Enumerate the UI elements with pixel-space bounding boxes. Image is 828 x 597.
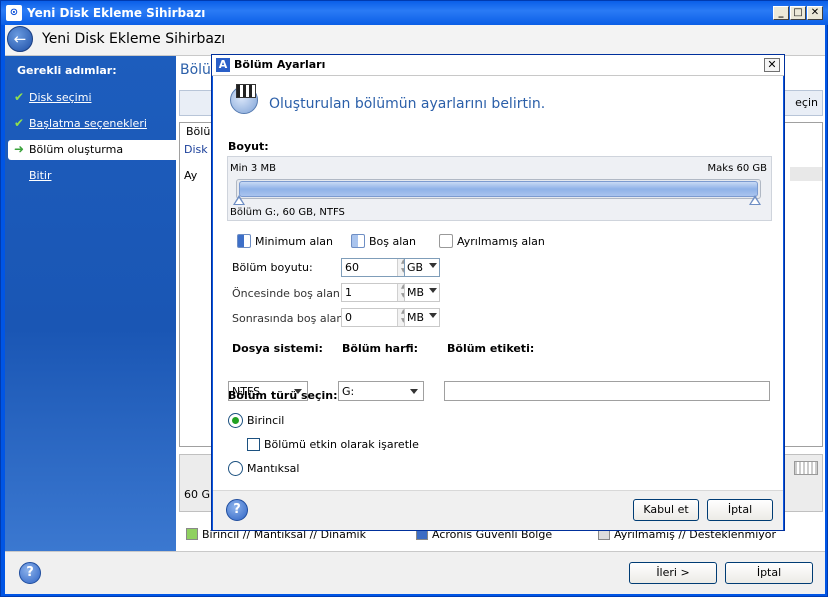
dialog-titlebar[interactable]: A Bölüm Ayarları ✕: [212, 55, 784, 76]
unit-value: MB: [407, 286, 425, 299]
dialog-title: Bölüm Ayarları: [234, 58, 326, 71]
unit-value: MB: [407, 311, 425, 324]
primary-radio[interactable]: [228, 413, 243, 428]
wizard-title: Yeni Disk Ekleme Sihirbazı: [42, 31, 226, 47]
maximize-button[interactable]: □: [790, 6, 806, 20]
partition-size-spinner[interactable]: 60: [341, 258, 412, 277]
next-button[interactable]: İleri >: [629, 562, 717, 584]
logical-radio-label[interactable]: Mantıksal: [247, 462, 299, 475]
spinner-value: 0: [345, 311, 352, 324]
step-label: Bitir: [29, 169, 52, 182]
chevron-down-icon: [429, 313, 437, 318]
chevron-down-icon: [429, 263, 437, 268]
cancel-button[interactable]: İptal: [725, 562, 813, 584]
min-size-label: Min 3 MB: [230, 163, 276, 174]
check-icon: ✔: [14, 90, 25, 104]
combo-value: G:: [342, 385, 355, 398]
app-icon: ⊙: [6, 5, 22, 21]
size-slider-panel: Min 3 MB Maks 60 GB Bölüm G:, 60 GB, NTF…: [227, 156, 772, 221]
partition-size-label: Bölüm boyutu:: [232, 261, 313, 274]
partition-size-bar[interactable]: [239, 181, 758, 197]
space-after-spinner[interactable]: 0: [341, 308, 412, 327]
step-disk-selection[interactable]: ✔ Disk seçimi: [8, 88, 176, 108]
step-finish[interactable]: Bitir: [8, 166, 176, 186]
before-unit-select[interactable]: MB: [404, 283, 440, 302]
close-button[interactable]: ✕: [807, 6, 823, 20]
table-header: Bölü: [186, 125, 211, 138]
legend-swatch: [186, 528, 198, 540]
dialog-heading: Oluşturulan bölümün ayarlarını belirtin.: [269, 96, 546, 112]
volume-label-label: Bölüm etiketi:: [447, 342, 535, 355]
acronis-icon: A: [216, 58, 230, 72]
unit-value: GB: [407, 261, 424, 274]
drive-letter-select[interactable]: G:: [338, 381, 424, 401]
toolbar-right-label[interactable]: eçin: [795, 96, 818, 109]
minimize-button[interactable]: _: [773, 6, 789, 20]
fs-label: Dosya sistemi:: [232, 342, 323, 355]
legend-label: Ayrılmamış alan: [457, 235, 545, 248]
help-icon[interactable]: ?: [19, 562, 41, 584]
wizard-footer: ? İleri > İptal: [5, 551, 825, 594]
volume-label-input[interactable]: [444, 381, 770, 401]
mark-active-label[interactable]: Bölümü etkin olarak işaretle: [264, 438, 419, 451]
chevron-down-icon: [410, 389, 418, 394]
spinner-value: 60: [345, 261, 359, 274]
table-row: [790, 167, 822, 181]
legend-label: Minimum alan: [255, 235, 333, 248]
legend-label: Boş alan: [369, 235, 417, 248]
unallocated-swatch: [439, 234, 453, 248]
step-label: Bölüm oluşturma: [29, 143, 124, 156]
after-unit-select[interactable]: MB: [404, 308, 440, 327]
partition-type-label: Bölüm türü seçin:: [228, 389, 338, 402]
check-icon: ✔: [14, 116, 25, 130]
space-before-label: Öncesinde boş alan:: [232, 287, 344, 300]
steps-heading: Gerekli adımlar:: [17, 64, 117, 77]
primary-radio-label[interactable]: Birincil: [247, 414, 284, 427]
legend-min-space: Minimum alan: [237, 234, 333, 248]
partition-settings-icon: [230, 84, 258, 114]
arrow-right-icon: ➜: [14, 142, 25, 156]
space-after-label: Sonrasında boş alan:: [232, 312, 348, 325]
min-space-swatch: [237, 234, 251, 248]
option-radio-partial[interactable]: Ay: [184, 169, 197, 182]
size-unit-select[interactable]: GB: [404, 258, 440, 277]
slider-left-handle[interactable]: [233, 195, 245, 205]
chevron-down-icon: [429, 288, 437, 293]
partition-info-label: Bölüm G:, 60 GB, NTFS: [230, 207, 345, 218]
letter-label: Bölüm harfi:: [342, 342, 419, 355]
mark-active-checkbox[interactable]: [247, 438, 260, 451]
max-size-label: Maks 60 GB: [707, 163, 767, 174]
size-label: Boyut:: [228, 140, 269, 153]
step-label: Disk seçimi: [29, 91, 92, 104]
legend-free-space: Boş alan: [351, 234, 416, 248]
legend-unallocated: Ayrılmamış alan: [439, 234, 545, 248]
logical-radio[interactable]: [228, 461, 243, 476]
space-before-spinner[interactable]: 1: [341, 283, 412, 302]
dialog-cancel-button[interactable]: İptal: [707, 499, 773, 521]
steps-sidebar: Gerekli adımlar: ✔ Disk seçimi ✔ Başlatm…: [5, 56, 176, 551]
window-title: Yeni Disk Ekleme Sihirbazı: [27, 6, 206, 20]
wizard-header: ← Yeni Disk Ekleme Sihirbazı: [5, 25, 825, 56]
help-icon[interactable]: ?: [226, 499, 248, 521]
window-titlebar[interactable]: ⊙ Yeni Disk Ekleme Sihirbazı _ □ ✕: [1, 1, 828, 25]
dialog-footer: ? Kabul et İptal: [213, 490, 783, 530]
free-space-swatch: [351, 234, 365, 248]
partition-settings-dialog: A Bölüm Ayarları ✕ Oluşturulan bölümün a…: [211, 54, 785, 531]
slider-right-handle[interactable]: [749, 195, 761, 205]
step-partition-create[interactable]: ➜ Bölüm oluşturma: [8, 140, 176, 160]
back-arrow-button[interactable]: ←: [7, 26, 33, 52]
step-init-options[interactable]: ✔ Başlatma seçenekleri: [8, 114, 176, 134]
accept-button[interactable]: Kabul et: [633, 499, 699, 521]
dialog-body: Oluşturulan bölümün ayarlarını belirtin.…: [213, 76, 783, 490]
step-label: Başlatma seçenekleri: [29, 117, 147, 130]
spinner-value: 1: [345, 286, 352, 299]
dialog-close-button[interactable]: ✕: [764, 58, 780, 72]
unallocated-block: [794, 461, 818, 475]
